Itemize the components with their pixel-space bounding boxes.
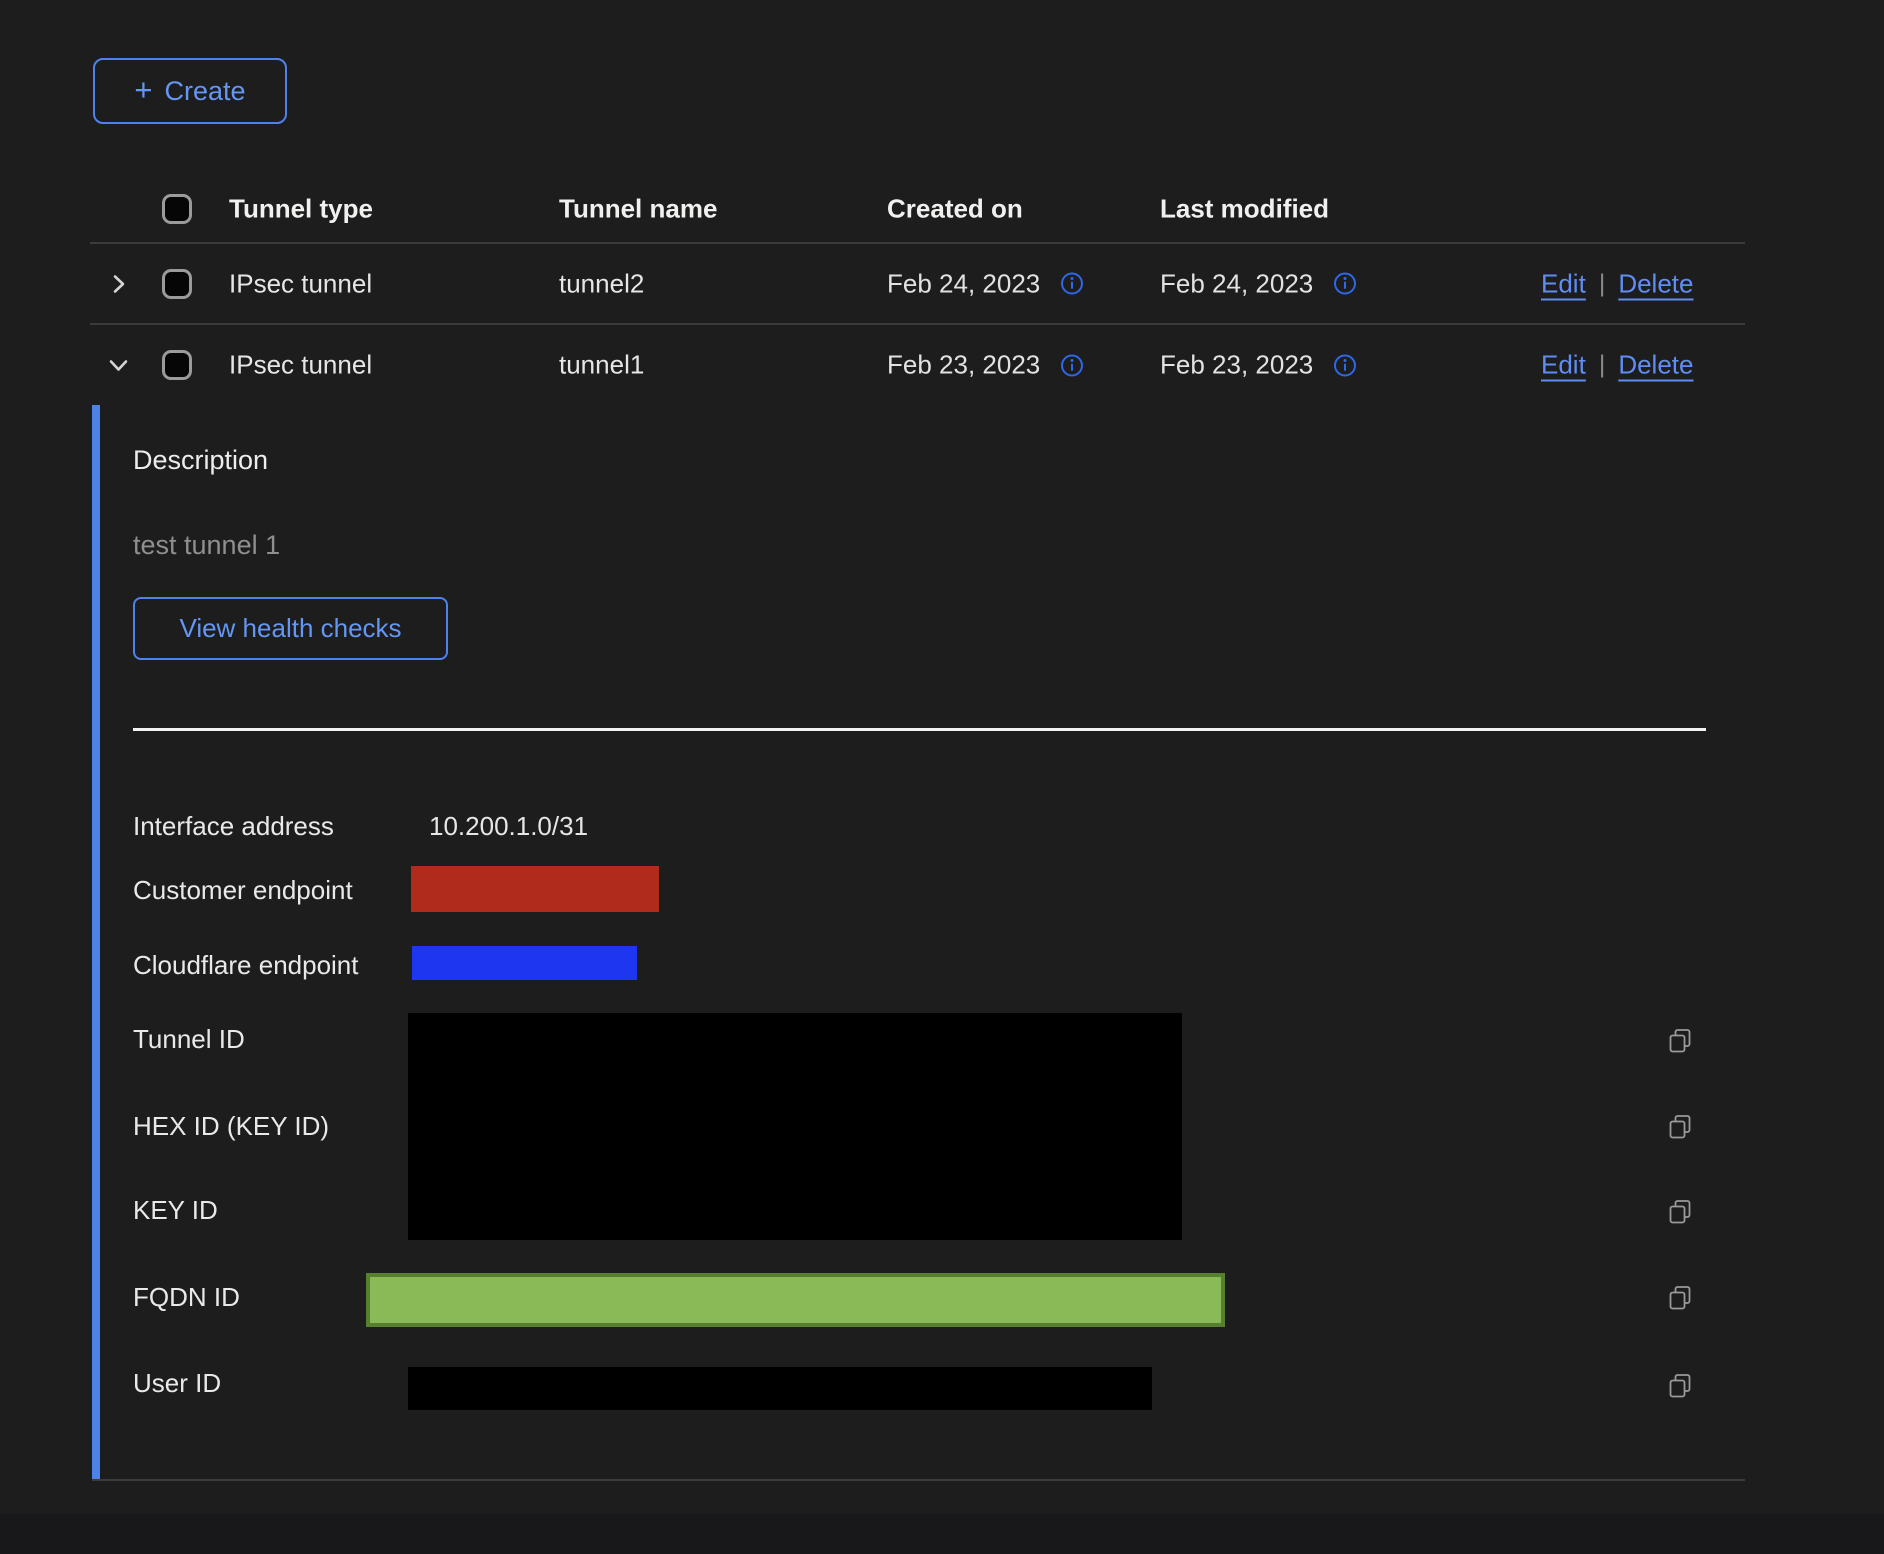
create-button-label: Create <box>165 76 246 107</box>
info-icon[interactable] <box>1060 272 1084 296</box>
tunnel-type-cell: IPsec tunnel <box>229 268 372 299</box>
expand-row-button[interactable] <box>106 271 131 296</box>
collapse-row-button[interactable] <box>106 353 131 378</box>
fqdn-id-redacted-value <box>366 1273 1225 1327</box>
copy-icon <box>1666 1372 1694 1400</box>
key-id-label: KEY ID <box>133 1195 218 1226</box>
customer-endpoint-redacted-value <box>411 866 659 912</box>
user-id-label: User ID <box>133 1368 221 1399</box>
window-bottom-edge <box>0 1514 1884 1554</box>
delete-link[interactable]: Delete <box>1618 268 1693 299</box>
interface-address-value: 10.200.1.0/31 <box>429 811 588 842</box>
created-on-cell: Feb 24, 2023 <box>887 268 1040 299</box>
copy-icon <box>1666 1113 1694 1141</box>
edit-link[interactable]: Edit <box>1541 350 1586 381</box>
table-header-row: Tunnel type Tunnel name Created on Last … <box>90 176 1745 244</box>
copy-tunnel-id-button[interactable] <box>1666 1026 1696 1056</box>
create-button[interactable]: + Create <box>93 58 287 124</box>
customer-endpoint-label: Customer endpoint <box>133 875 353 906</box>
ids-redacted-value <box>408 1013 1182 1240</box>
column-header-created-on: Created on <box>887 194 1023 225</box>
cloudflare-endpoint-label: Cloudflare endpoint <box>133 950 359 981</box>
copy-hex-id-button[interactable] <box>1666 1112 1696 1142</box>
plus-icon: + <box>134 74 152 105</box>
panel-bottom-divider <box>92 1479 1745 1481</box>
copy-user-id-button[interactable] <box>1666 1371 1696 1401</box>
tunnel-type-cell: IPsec tunnel <box>229 350 372 381</box>
copy-key-id-button[interactable] <box>1666 1197 1696 1227</box>
copy-icon <box>1666 1198 1694 1226</box>
copy-fqdn-id-button[interactable] <box>1666 1283 1696 1313</box>
interface-address-label: Interface address <box>133 811 334 842</box>
info-icon[interactable] <box>1333 353 1357 377</box>
chevron-right-icon <box>106 271 131 296</box>
select-all-checkbox[interactable] <box>162 194 192 224</box>
info-icon[interactable] <box>1333 272 1357 296</box>
actions-separator: | <box>1599 269 1606 298</box>
user-id-redacted-value <box>408 1367 1152 1410</box>
column-header-tunnel-type: Tunnel type <box>229 194 373 225</box>
last-modified-cell: Feb 24, 2023 <box>1160 268 1313 299</box>
edit-link[interactable]: Edit <box>1541 268 1586 299</box>
tunnel-name-cell: tunnel1 <box>559 350 644 381</box>
cloudflare-endpoint-redacted-value <box>412 946 637 980</box>
tunnel-id-label: Tunnel ID <box>133 1024 245 1055</box>
tunnel-name-cell: tunnel2 <box>559 268 644 299</box>
column-header-last-modified: Last modified <box>1160 194 1329 225</box>
created-on-cell: Feb 23, 2023 <box>887 350 1040 381</box>
copy-icon <box>1666 1027 1694 1055</box>
row-checkbox[interactable] <box>162 350 192 380</box>
actions-separator: | <box>1599 351 1606 380</box>
column-header-tunnel-name: Tunnel name <box>559 194 717 225</box>
row-checkbox[interactable] <box>162 269 192 299</box>
last-modified-cell: Feb 23, 2023 <box>1160 350 1313 381</box>
description-label: Description <box>133 445 268 476</box>
view-health-checks-button[interactable]: View health checks <box>133 597 448 660</box>
description-value: test tunnel 1 <box>133 530 280 561</box>
ipsec-tunnels-page: + Create Tunnel type Tunnel name Created… <box>0 0 1884 1554</box>
table-row: IPsec tunnel tunnel2 Feb 24, 2023 Feb 24… <box>90 244 1745 325</box>
chevron-down-icon <box>106 353 131 378</box>
expanded-panel-accent-bar <box>92 405 100 1480</box>
info-icon[interactable] <box>1060 353 1084 377</box>
fqdn-id-label: FQDN ID <box>133 1282 240 1313</box>
copy-icon <box>1666 1284 1694 1312</box>
panel-divider <box>133 728 1706 731</box>
hex-id-label: HEX ID (KEY ID) <box>133 1111 329 1142</box>
table-row: IPsec tunnel tunnel1 Feb 23, 2023 Feb 23… <box>90 325 1745 405</box>
delete-link[interactable]: Delete <box>1618 350 1693 381</box>
